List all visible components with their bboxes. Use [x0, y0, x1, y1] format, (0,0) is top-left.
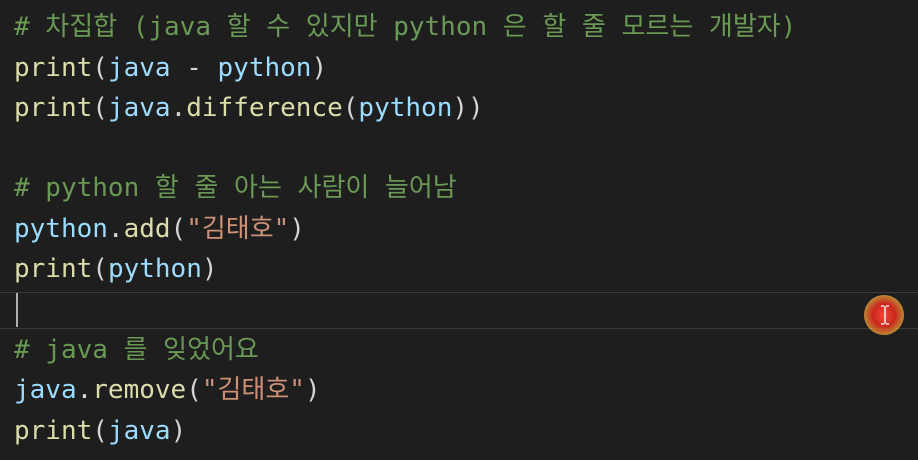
code-token: -: [170, 53, 218, 83]
code-token: (: [342, 93, 359, 123]
code-token: python: [217, 53, 312, 83]
code-token: python: [14, 214, 108, 244]
code-token: (: [170, 214, 187, 244]
code-token: ): [170, 416, 187, 446]
code-line[interactable]: # 차집합 (java 할 수 있지만 python 은 할 줄 모르는 개발자…: [14, 7, 796, 47]
code-token: ): [311, 53, 328, 83]
code-token: java: [14, 375, 77, 405]
code-token: print: [14, 53, 93, 83]
code-line[interactable]: print(java): [14, 411, 186, 451]
code-token: add: [123, 214, 171, 244]
code-token: # python 할 줄 아는 사람이 늘어남: [14, 173, 457, 203]
code-token: ): [304, 375, 321, 405]
code-token: java: [107, 53, 171, 83]
code-token: java: [107, 93, 171, 123]
code-token: )): [452, 93, 484, 123]
code-token: java: [107, 416, 171, 446]
code-token: difference: [186, 93, 343, 123]
code-line[interactable]: # java 를 잊었어요: [14, 330, 259, 370]
code-token: "김태호": [186, 214, 290, 244]
code-token: (: [92, 93, 108, 123]
code-line[interactable]: java.remove("김태호"): [14, 370, 321, 410]
code-token: print: [14, 416, 93, 446]
code-token: .: [76, 375, 93, 405]
code-line[interactable]: # python 할 줄 아는 사람이 늘어남: [14, 168, 457, 208]
current-line-highlight: [0, 292, 918, 329]
code-token: # 차집합 (java 할 수 있지만 python 은 할 줄 모르는 개발자…: [14, 12, 797, 42]
code-token: .: [107, 214, 124, 244]
code-line[interactable]: python.add("김태호"): [14, 209, 305, 249]
code-token: python: [107, 254, 202, 284]
code-token: # java 를 잊었어요: [14, 335, 259, 365]
code-line[interactable]: print(java.difference(python)): [14, 88, 484, 128]
i-beam-cursor-icon: [881, 305, 889, 325]
code-token: (: [92, 416, 108, 446]
code-line[interactable]: print(python): [14, 249, 218, 289]
code-token: (: [92, 254, 108, 284]
code-token: ): [201, 254, 218, 284]
code-token: .: [170, 93, 187, 123]
code-token: python: [358, 93, 453, 123]
code-token: ): [289, 214, 305, 244]
text-caret: [16, 293, 18, 327]
code-token: remove: [92, 375, 187, 405]
code-token: (: [92, 53, 108, 83]
code-token: "김태호": [201, 375, 305, 405]
code-editor[interactable]: # 차집합 (java 할 수 있지만 python 은 할 줄 모르는 개발자…: [0, 0, 918, 460]
code-token: print: [14, 93, 93, 123]
code-token: (: [186, 375, 202, 405]
code-line[interactable]: print(java - python): [14, 48, 327, 88]
code-token: print: [14, 254, 93, 284]
